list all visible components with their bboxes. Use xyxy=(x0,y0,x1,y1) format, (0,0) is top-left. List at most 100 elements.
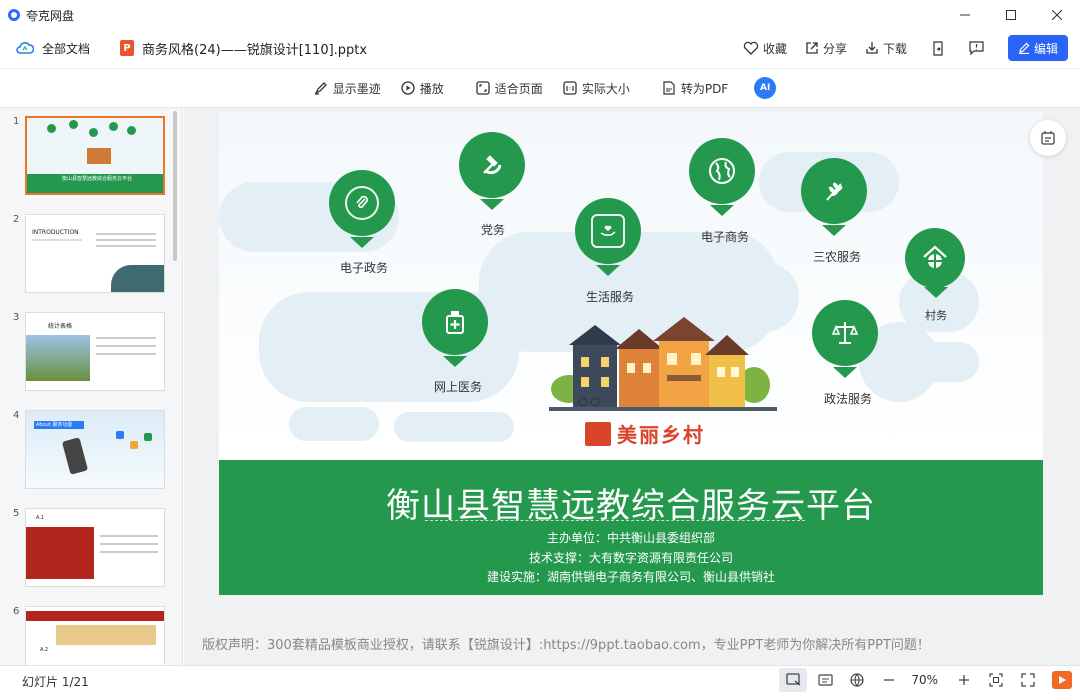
pin-pointer xyxy=(822,225,846,236)
fit-window-icon xyxy=(989,673,1003,687)
service-pin-party-affairs xyxy=(459,132,525,198)
slide-thumbnail-panel: 1 衡山县智慧远教综合服务云平台 2 INTRODUCTION 3 统计表格 4… xyxy=(0,108,183,665)
thumbnail-number: 3 xyxy=(13,312,20,323)
breadcrumb-all-docs[interactable]: 全部文档 xyxy=(42,40,90,57)
pin-pointer xyxy=(443,356,467,367)
thumbnail-scrollbar[interactable] xyxy=(173,111,177,261)
web-view-button[interactable] xyxy=(843,668,871,692)
file-name: 商务风格(24)——锐旗设计[110].pptx xyxy=(142,42,368,58)
scales-icon xyxy=(828,316,862,350)
beautiful-village-logo: 美丽乡村 xyxy=(617,423,705,447)
title-banner: 衡山县智慧远教综合服务云平台 主办单位：中共衡山县委组织部 技术支撑：大有数字资… xyxy=(219,460,1043,595)
thumbnail-number: 2 xyxy=(13,214,20,225)
fit-page-icon xyxy=(476,81,490,95)
service-pin-legal-services xyxy=(812,300,878,366)
slideshow-play-button[interactable] xyxy=(1052,671,1072,689)
normal-view-icon xyxy=(786,673,801,686)
convert-pdf-button[interactable]: 转为PDF xyxy=(662,80,728,97)
export-button[interactable] xyxy=(931,40,945,56)
close-button[interactable] xyxy=(1034,0,1080,30)
service-pin-agriculture xyxy=(801,158,867,224)
convert-pdf-label: 转为PDF xyxy=(680,81,729,96)
download-button[interactable]: 下载 xyxy=(865,40,907,57)
pin-pointer xyxy=(596,265,620,276)
ai-assistant-button[interactable]: AI xyxy=(754,77,777,99)
thumbnail-title: 衡山县智慧远教综合服务云平台 xyxy=(27,174,163,193)
service-label: 政法服务 xyxy=(823,392,873,406)
thumbnail-title: A.1 xyxy=(36,515,45,521)
favorite-label: 收藏 xyxy=(762,41,787,56)
service-pin-online-medical xyxy=(422,289,488,355)
status-bar: 幻灯片 1/21 70% xyxy=(0,665,1080,693)
cloud-shape xyxy=(289,407,379,441)
notes-view-button[interactable] xyxy=(811,668,839,692)
pencil-icon xyxy=(1018,42,1030,54)
download-icon xyxy=(866,42,878,54)
medicine-icon xyxy=(438,305,472,339)
show-ink-button[interactable]: 显示墨迹 xyxy=(314,80,381,97)
zoom-out-button[interactable] xyxy=(875,668,903,692)
service-label: 生活服务 xyxy=(585,290,635,304)
minimize-button[interactable] xyxy=(942,0,988,30)
fit-page-button[interactable]: 适合页面 xyxy=(476,80,543,97)
favorite-button[interactable]: 收藏 xyxy=(743,40,787,57)
service-pin-e-government xyxy=(329,170,395,236)
heart-icon xyxy=(743,41,759,55)
thumbnail-number: 4 xyxy=(13,410,20,421)
fullscreen-icon xyxy=(1021,673,1035,687)
village-logo-icon xyxy=(585,422,611,446)
thumbnail-title: A.2 xyxy=(40,647,49,653)
actual-size-label: 实际大小 xyxy=(581,81,630,96)
implementer-text: 建设实施：湖南供销电子商务有限公司、衡山县供销社 xyxy=(486,570,775,584)
file-toolbar: 全部文档 P 商务风格(24)——锐旗设计[110].pptx 收藏 分享 下载… xyxy=(0,30,1080,66)
thumbnail-preview: A.1 xyxy=(25,508,165,587)
thumbnail-title: INTRODUCTION xyxy=(32,229,79,236)
copyright-notice: 版权声明：300套精品模板商业授权，请联系【锐旗设计】:https://9ppt… xyxy=(202,638,930,653)
maximize-icon xyxy=(1006,10,1016,20)
service-label: 三农服务 xyxy=(812,250,862,264)
feedback-button[interactable] xyxy=(969,41,984,55)
notes-view-icon xyxy=(818,674,833,686)
ink-pen-icon xyxy=(314,82,327,95)
close-icon xyxy=(1052,10,1062,20)
thumbnail-preview: INTRODUCTION xyxy=(25,214,165,293)
actual-size-button[interactable]: 实际大小 xyxy=(563,80,630,97)
share-icon xyxy=(806,42,818,54)
tech-support-text: 技术支撑：大有数字资源有限责任公司 xyxy=(528,551,733,565)
zoom-in-button[interactable] xyxy=(950,668,978,692)
pin-pointer xyxy=(480,199,504,210)
app-title: 夸克网盘 xyxy=(26,8,75,23)
thumbnail-number: 5 xyxy=(13,508,20,519)
pptx-file-icon: P xyxy=(120,40,135,56)
thumbnail-preview: 衡山县智慧远教综合服务云平台 xyxy=(25,116,165,195)
play-circle-icon xyxy=(401,81,415,95)
play-button[interactable]: 播放 xyxy=(401,80,444,97)
view-toolbar: 显示墨迹 播放 适合页面 实际大小 转为PDF AI xyxy=(0,68,1080,108)
maximize-button[interactable] xyxy=(988,0,1034,30)
zoom-level[interactable]: 70% xyxy=(911,673,938,687)
service-pin-life-services xyxy=(575,198,641,264)
slide-viewer: 电子政务 党务 生活服务 电子商务 三农服务 村务 网上医务 政法服务 美丽乡村… xyxy=(184,108,1080,665)
edit-label: 编辑 xyxy=(1033,41,1058,56)
slide-canvas: 电子政务 党务 生活服务 电子商务 三农服务 村务 网上医务 政法服务 美丽乡村… xyxy=(219,112,1043,595)
fullscreen-button[interactable] xyxy=(1014,668,1042,692)
title-divider xyxy=(425,520,805,521)
service-pin-village-affairs xyxy=(905,228,965,288)
export-icon xyxy=(933,40,943,56)
share-button[interactable]: 分享 xyxy=(805,40,847,57)
thumbnail-preview: About 服务功能 xyxy=(25,410,165,489)
heart-hand-icon xyxy=(591,214,625,248)
actual-size-icon xyxy=(563,81,577,95)
slide-notes-button[interactable] xyxy=(1030,120,1066,156)
edit-button[interactable]: 编辑 xyxy=(1008,35,1068,61)
fit-window-button[interactable] xyxy=(982,668,1010,692)
pin-pointer xyxy=(833,367,857,378)
service-label: 电子政务 xyxy=(339,261,389,275)
globe-view-icon xyxy=(850,673,864,687)
fit-page-label: 适合页面 xyxy=(494,81,543,96)
cloud-shape xyxy=(394,412,514,442)
normal-view-button[interactable] xyxy=(779,668,808,692)
pin-pointer xyxy=(350,237,374,248)
share-label: 分享 xyxy=(822,41,847,56)
service-label: 党务 xyxy=(480,223,506,237)
